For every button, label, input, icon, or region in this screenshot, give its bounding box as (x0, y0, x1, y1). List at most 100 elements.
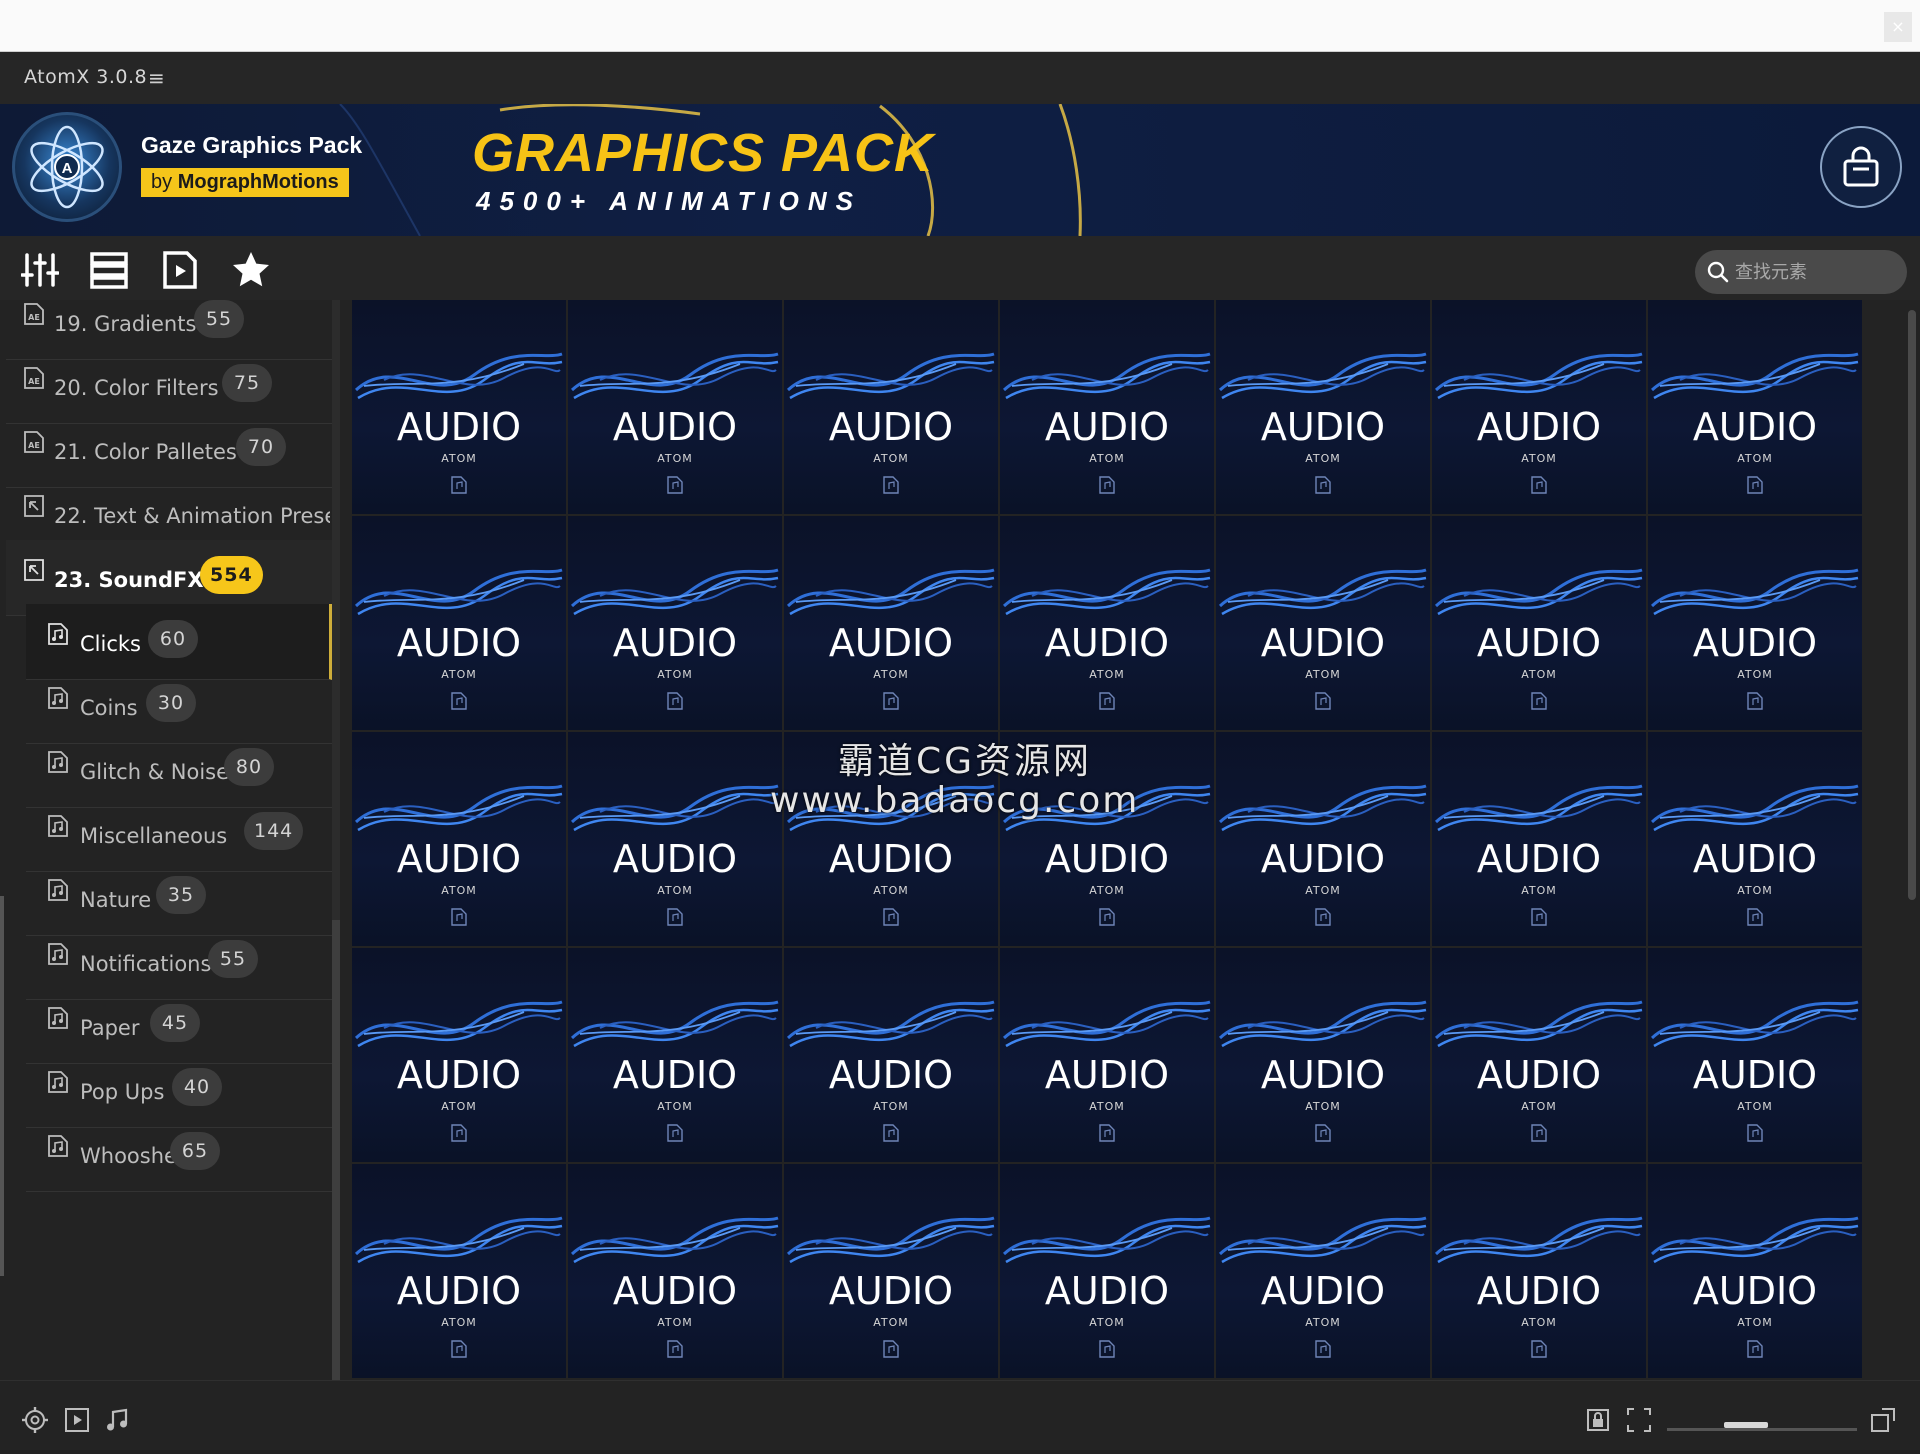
window-close-button[interactable]: × (1884, 12, 1912, 42)
tile-title: AUDIO (1692, 621, 1818, 665)
audio-file-icon (1531, 476, 1547, 494)
audio-button[interactable] (102, 1405, 132, 1435)
watermark-title: 霸道CG资源网 (838, 741, 1093, 782)
audio-asset-tile[interactable]: AUDIO ATOM (568, 1164, 782, 1378)
audio-file-icon (667, 692, 683, 710)
sound-wave-graphic (786, 352, 995, 400)
tile-subtitle: ATOM (873, 884, 909, 897)
play-preview-button[interactable] (62, 1405, 92, 1435)
audio-asset-tile[interactable]: AUDIO ATOM (1432, 300, 1646, 514)
sidebar-scrollbar-thumb[interactable] (332, 920, 340, 1380)
sidebar-item-count: 65 (170, 1132, 220, 1170)
audio-file-icon (1531, 1340, 1547, 1358)
audio-file-icon (48, 879, 68, 901)
favorites-button[interactable] (229, 248, 273, 292)
audio-asset-tile[interactable]: AUDIO ATOM (1000, 300, 1214, 514)
search-input[interactable] (1735, 258, 1895, 286)
audio-asset-tile[interactable]: AUDIO ATOM (1648, 516, 1862, 730)
audio-asset-tile[interactable]: AUDIO ATOM (1648, 732, 1862, 946)
tile-subtitle: ATOM (1737, 884, 1773, 897)
search-box[interactable] (1695, 250, 1907, 294)
grid-scrollbar[interactable] (1908, 310, 1916, 900)
zoom-slider-track[interactable] (1667, 1428, 1857, 1431)
sound-wave-graphic (1002, 1216, 1211, 1264)
expand-button[interactable] (1868, 1405, 1898, 1435)
tile-title: AUDIO (612, 1269, 738, 1313)
audio-asset-tile[interactable]: AUDIO ATOM (1648, 948, 1862, 1162)
sound-wave-graphic (1434, 1000, 1643, 1048)
audio-asset-tile[interactable]: AUDIO ATOM (568, 300, 782, 514)
sound-wave-graphic (786, 1216, 995, 1264)
audio-file-icon (883, 908, 899, 926)
status-bar (0, 1380, 1920, 1454)
audio-asset-tile[interactable]: AUDIO ATOM (784, 1164, 998, 1378)
sound-wave-graphic (1434, 352, 1643, 400)
tile-subtitle: ATOM (1089, 884, 1125, 897)
audio-file-icon (1747, 908, 1763, 926)
store-button[interactable] (1820, 126, 1902, 208)
audio-asset-tile[interactable]: AUDIO ATOM (1432, 732, 1646, 946)
sidebar-item-label: 22. Text & Animation Presets (54, 504, 330, 528)
audio-asset-tile[interactable]: AUDIO ATOM (1432, 516, 1646, 730)
sidebar-item-label: 20. Color Filters (54, 376, 219, 400)
sidebar-subitem-whooshes[interactable]: Whooshes 65 (26, 1116, 332, 1192)
audio-asset-tile[interactable]: AUDIO ATOM (352, 948, 566, 1162)
list-view-button[interactable] (87, 248, 131, 292)
audio-asset-tile[interactable]: AUDIO ATOM (1216, 948, 1430, 1162)
audio-asset-tile[interactable]: AUDIO ATOM (352, 300, 566, 514)
tile-title: AUDIO (1476, 837, 1602, 881)
audio-asset-tile[interactable]: AUDIO ATOM (1648, 300, 1862, 514)
audio-file-icon (1099, 1124, 1115, 1142)
audio-asset-tile[interactable]: AUDIO ATOM (1000, 1164, 1214, 1378)
audio-asset-tile[interactable]: AUDIO ATOM (568, 516, 782, 730)
audio-asset-tile[interactable]: AUDIO ATOM (1000, 948, 1214, 1162)
audio-asset-tile[interactable]: AUDIO ATOM (1216, 516, 1430, 730)
audio-file-icon (667, 1340, 683, 1358)
filters-button[interactable] (18, 248, 62, 292)
pack-banner[interactable]: A Gaze Graphics Pack by MographMotions G… (0, 104, 1920, 236)
audio-asset-tile[interactable]: AUDIO ATOM (1216, 732, 1430, 946)
tile-title: AUDIO (1692, 1269, 1818, 1313)
fit-view-button[interactable] (1624, 1405, 1654, 1435)
video-files-button[interactable] (158, 248, 202, 292)
banner-headline: GRAPHICS PACK (472, 123, 935, 183)
hamburger-menu-icon[interactable]: ≡ (148, 66, 165, 90)
audio-asset-tile[interactable]: AUDIO ATOM (1216, 1164, 1430, 1378)
audio-asset-tile[interactable]: AUDIO ATOM (1432, 1164, 1646, 1378)
screen: × AtomX 3.0.8 ≡ A Gaze Graphics Pack by … (0, 0, 1920, 1454)
sound-wave-graphic (1218, 1216, 1427, 1264)
lock-button[interactable] (1583, 1405, 1613, 1435)
tile-title: AUDIO (612, 621, 738, 665)
sound-wave-graphic (570, 1000, 779, 1048)
audio-asset-tile[interactable]: AUDIO ATOM (1216, 300, 1430, 514)
sidebar-scrollbar[interactable] (332, 300, 340, 1380)
sidebar-item-count: 45 (150, 1004, 200, 1042)
tile-subtitle: ATOM (441, 884, 477, 897)
tile-subtitle: ATOM (873, 1100, 909, 1113)
audio-asset-tile[interactable]: AUDIO ATOM (1432, 948, 1646, 1162)
audio-asset-tile[interactable]: AUDIO ATOM (1648, 1164, 1862, 1378)
audio-asset-tile[interactable]: AUDIO ATOM (352, 516, 566, 730)
tile-subtitle: ATOM (1305, 884, 1341, 897)
audio-asset-tile[interactable]: AUDIO ATOM (352, 732, 566, 946)
tile-subtitle: ATOM (441, 452, 477, 465)
audio-asset-tile[interactable]: AUDIO ATOM (784, 300, 998, 514)
audio-file-icon (48, 687, 68, 709)
sound-wave-graphic (354, 568, 563, 616)
settings-button[interactable] (20, 1405, 50, 1435)
audio-file-icon (451, 1124, 467, 1142)
sound-wave-graphic (786, 568, 995, 616)
tile-subtitle: ATOM (1521, 1100, 1557, 1113)
tile-title: AUDIO (1044, 405, 1170, 449)
audio-asset-tile[interactable]: AUDIO ATOM (568, 732, 782, 946)
audio-asset-tile[interactable]: AUDIO ATOM (1000, 516, 1214, 730)
audio-asset-tile[interactable]: AUDIO ATOM (352, 1164, 566, 1378)
audio-asset-tile[interactable]: AUDIO ATOM (784, 948, 998, 1162)
sidebar-item-label: Glitch & Noises (80, 760, 240, 784)
audio-asset-tile[interactable]: AUDIO ATOM (568, 948, 782, 1162)
zoom-slider-thumb[interactable] (1724, 1422, 1768, 1428)
sound-wave-graphic (354, 1000, 563, 1048)
sliders-icon (21, 253, 59, 287)
tile-subtitle: ATOM (441, 668, 477, 681)
audio-asset-tile[interactable]: AUDIO ATOM (784, 516, 998, 730)
